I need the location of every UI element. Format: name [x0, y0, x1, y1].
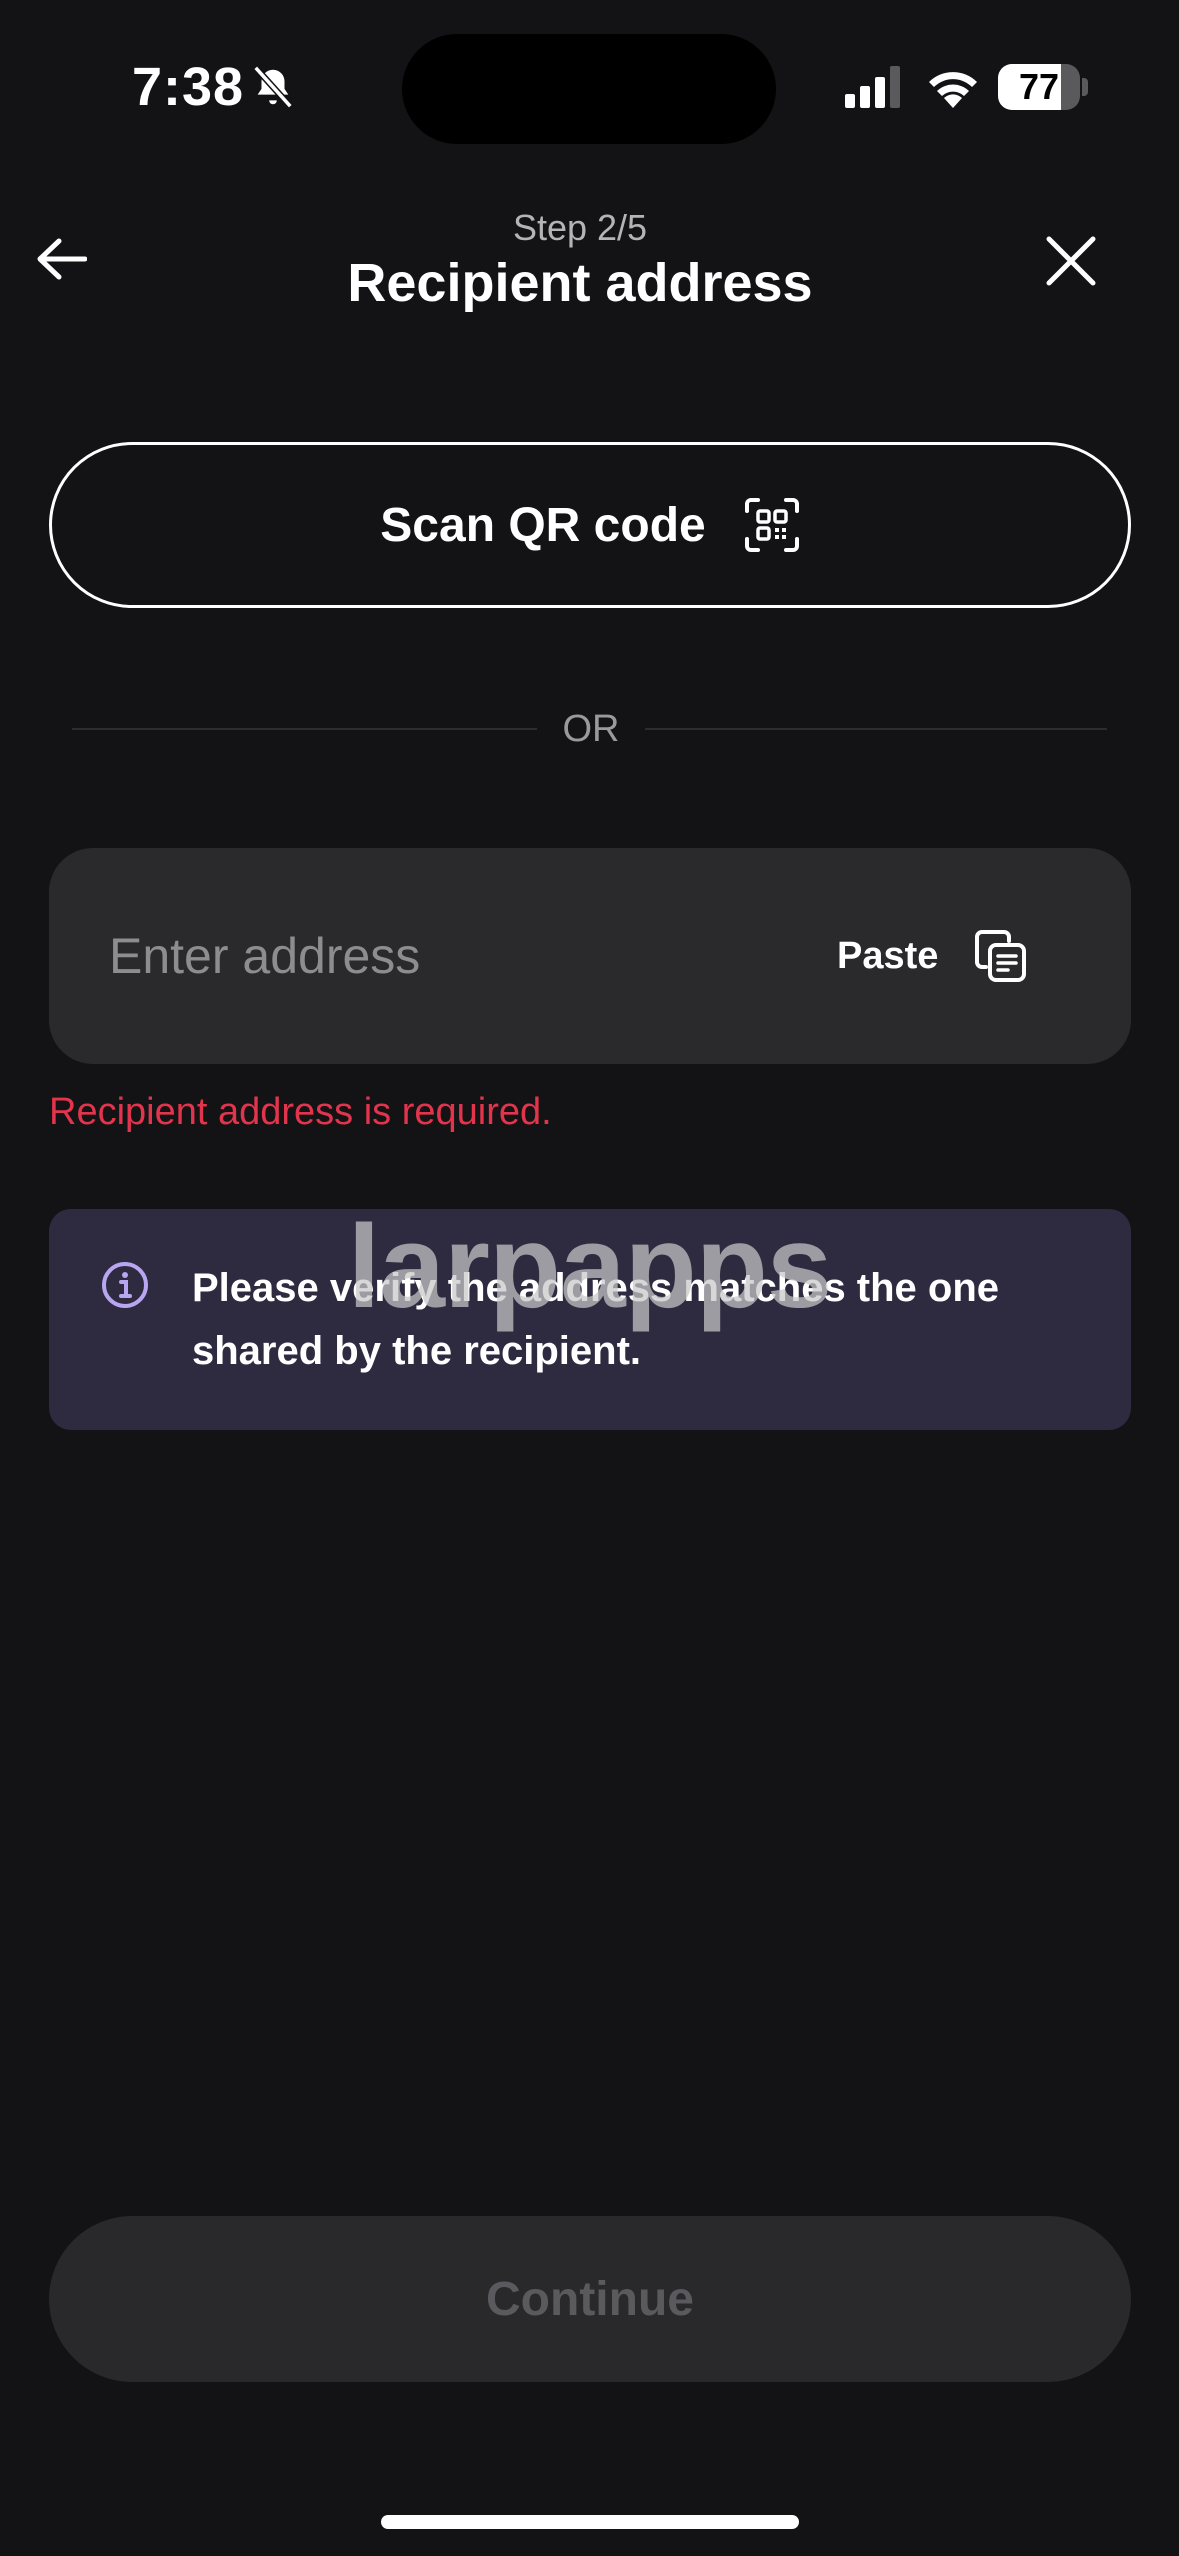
status-time: 7:38: [132, 57, 245, 117]
divider-line-right: [645, 728, 1107, 730]
scan-qr-button[interactable]: Scan QR code: [49, 442, 1131, 608]
info-banner: Please verify the address matches the on…: [49, 1209, 1131, 1430]
cellular-signal-icon: [845, 66, 900, 108]
close-icon: [1046, 236, 1096, 286]
info-message: Please verify the address matches the on…: [192, 1266, 1000, 1373]
paste-button[interactable]: Paste: [837, 918, 1028, 994]
qr-scan-icon: [744, 498, 799, 552]
paste-label: Paste: [837, 934, 939, 977]
battery-icon: 77: [998, 64, 1080, 110]
battery-cap: [1082, 78, 1088, 96]
wifi-icon: [929, 72, 977, 108]
home-indicator[interactable]: [381, 2515, 799, 2529]
recipient-address-screen: 7:38 77 Step 2/5 Recipient address Scan …: [0, 0, 1179, 2556]
scan-qr-label: Scan QR code: [380, 498, 706, 552]
dynamic-island: [402, 34, 776, 144]
step-indicator: Step 2/5: [512, 207, 648, 248]
address-error-message: Recipient address is required.: [49, 1091, 552, 1133]
battery-level: 77: [1018, 66, 1060, 107]
page-title: Recipient address: [347, 253, 813, 313]
close-button[interactable]: [1036, 226, 1106, 296]
continue-button[interactable]: Continue: [49, 2216, 1131, 2382]
or-divider-label: OR: [562, 708, 620, 750]
address-input[interactable]: [109, 916, 809, 996]
address-field[interactable]: Paste: [49, 848, 1131, 1064]
bell-slash-icon: [253, 65, 293, 109]
continue-label: Continue: [486, 2272, 694, 2326]
clipboard-icon: [975, 930, 1027, 982]
divider-line-left: [72, 728, 537, 730]
info-icon: [102, 1262, 148, 1308]
